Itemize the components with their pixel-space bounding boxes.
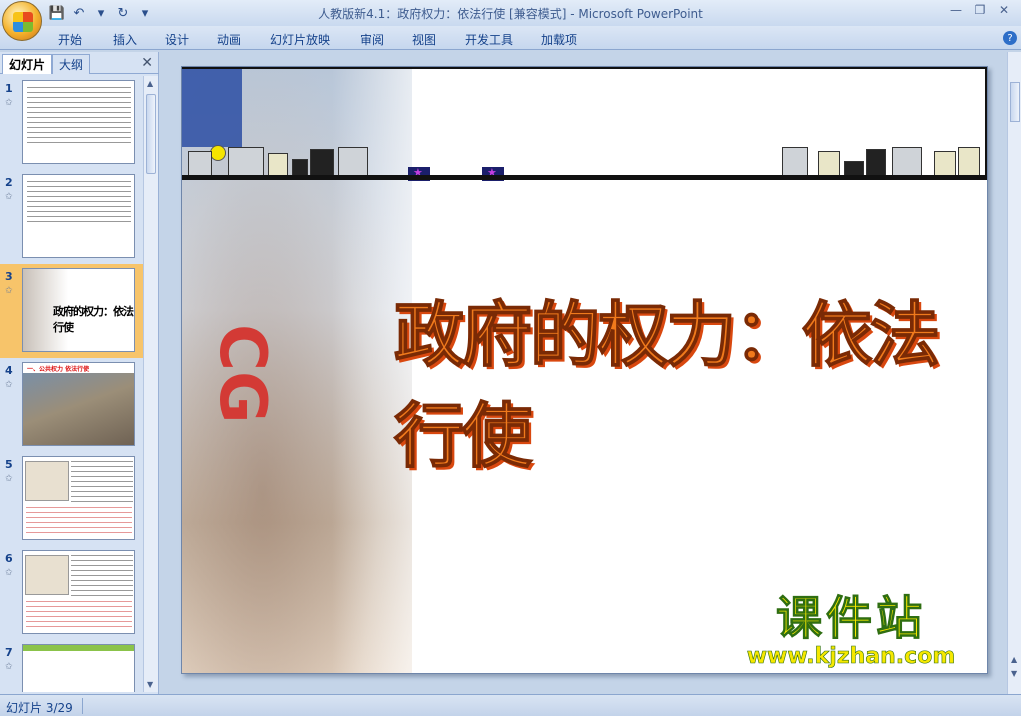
- minimize-icon[interactable]: —: [945, 2, 967, 18]
- tab-view[interactable]: 视图: [412, 31, 436, 48]
- tab-addins[interactable]: 加载项: [541, 31, 577, 48]
- thumbnail-preview: [22, 644, 135, 692]
- transition-star-icon: ✩: [5, 662, 13, 672]
- building: [866, 149, 886, 177]
- thumbnail-slide7: [23, 645, 134, 692]
- thumbnail-number: 2: [5, 176, 13, 189]
- buildings-right: [782, 145, 987, 177]
- next-slide-icon[interactable]: ▼: [1011, 669, 1017, 678]
- tab-slideshow[interactable]: 幻灯片放映: [270, 31, 330, 48]
- thumbnail-cartoon: [25, 461, 69, 501]
- status-separator: [82, 698, 83, 714]
- thumbnail-list: 1 ✩ 2 ✩ 3 ✩ 政府的权力：依法行使 4 ✩ 一、公共权力 依法行使 5…: [0, 76, 144, 692]
- status-bar: 幻灯片 3/29: [0, 694, 1021, 716]
- thumbnail-title: 一、公共权力 依法行使: [27, 366, 90, 373]
- thumbnail-preview: [22, 80, 135, 164]
- thumbnail-number: 3: [5, 270, 13, 283]
- thumbnail-text-lines: [27, 87, 131, 147]
- ribbon-tabs: 开始 插入 设计 动画 幻灯片放映 审阅 视图 开发工具 加载项 ?: [0, 26, 1021, 50]
- thumbnail-text-lines: [26, 507, 132, 537]
- thumbnail-cartoon: [25, 555, 69, 595]
- thumbnail-6[interactable]: 6 ✩: [0, 546, 144, 640]
- building: [188, 151, 212, 177]
- thumbnail-photo: [23, 373, 134, 445]
- thumbnail-text-lines: [71, 555, 133, 599]
- watermark-logo: 课件站 www.kjzhan.com: [731, 582, 971, 670]
- transition-star-icon: ✩: [5, 380, 13, 390]
- thumbnail-preview: [22, 174, 135, 258]
- thumbnail-preview: 政府的权力：依法行使: [22, 268, 135, 352]
- building: [268, 153, 288, 177]
- side-letters: CG: [205, 324, 279, 424]
- transition-star-icon: ✩: [5, 474, 13, 484]
- office-logo-icon: [13, 12, 33, 32]
- building: [818, 151, 840, 177]
- scroll-up-icon[interactable]: ▲: [147, 79, 153, 88]
- thumbnail-number: 5: [5, 458, 13, 471]
- thumbnail-2[interactable]: 2 ✩: [0, 170, 144, 264]
- slide-editor: CG 政府的权力：依法行使 课件站 www.kjzhan.com: [160, 52, 1021, 694]
- slide-title[interactable]: 政府的权力：依法行使: [393, 279, 954, 481]
- thumbnail-4[interactable]: 4 ✩ 一、公共权力 依法行使: [0, 358, 144, 452]
- thumbnail-number: 6: [5, 552, 13, 565]
- transition-star-icon: ✩: [5, 192, 13, 202]
- tab-home[interactable]: 开始: [58, 31, 82, 48]
- scroll-thumb[interactable]: [1010, 82, 1020, 122]
- tab-outline[interactable]: 大纲: [52, 54, 91, 74]
- thumbnail-3[interactable]: 3 ✩ 政府的权力：依法行使: [0, 264, 144, 358]
- building: [934, 151, 956, 177]
- watermark-text: 课件站: [776, 591, 926, 646]
- tab-developer[interactable]: 开发工具: [465, 31, 513, 48]
- window-title: 人教版新4.1：政府权力：依法行使 [兼容模式] - Microsoft Pow…: [318, 7, 703, 21]
- close-icon[interactable]: ✕: [993, 2, 1015, 18]
- transition-star-icon: ✩: [5, 98, 13, 108]
- transition-star-icon: ✩: [5, 568, 13, 578]
- thumbnail-preview: 一、公共权力 依法行使: [22, 362, 135, 446]
- thumbnail-number: 7: [5, 646, 13, 659]
- thumbnail-number: 4: [5, 364, 13, 377]
- thumbnail-number: 1: [5, 82, 13, 95]
- title-bar: 💾 ↶ ▾ ↻ ▾ 人教版新4.1：政府权力：依法行使 [兼容模式] - Mic…: [0, 0, 1021, 41]
- thumbnail-slide3: 政府的权力：依法行使: [23, 269, 134, 351]
- window-controls: — ❐ ✕: [945, 2, 1015, 18]
- building: [228, 147, 264, 177]
- thumbnail-7[interactable]: 7 ✩: [0, 640, 144, 692]
- restore-icon[interactable]: ❐: [969, 2, 991, 18]
- tab-design[interactable]: 设计: [165, 31, 189, 48]
- slide-canvas[interactable]: CG 政府的权力：依法行使 课件站 www.kjzhan.com: [181, 66, 988, 674]
- slide-indicator: 幻灯片 3/29: [6, 701, 73, 715]
- close-pane-icon[interactable]: ✕: [141, 55, 153, 71]
- tab-insert[interactable]: 插入: [113, 31, 137, 48]
- scroll-thumb[interactable]: [146, 94, 156, 174]
- thumbnail-1[interactable]: 1 ✩: [0, 76, 144, 170]
- thumbnail-preview: [22, 456, 135, 540]
- thumbnail-text-lines: [27, 181, 131, 225]
- office-button[interactable]: [2, 1, 42, 41]
- building: [338, 147, 368, 177]
- thumbnail-title: 政府的权力：依法行使: [53, 305, 134, 334]
- tab-review[interactable]: 审阅: [360, 31, 384, 48]
- scroll-down-icon[interactable]: ▼: [147, 680, 153, 689]
- thumbnail-5[interactable]: 5 ✩: [0, 452, 144, 546]
- road-line: [182, 175, 987, 180]
- thumbnails-scrollbar[interactable]: ▲ ▼: [143, 76, 158, 692]
- building: [892, 147, 922, 177]
- help-icon[interactable]: ?: [1003, 31, 1017, 45]
- buildings-left: [188, 145, 388, 177]
- building: [958, 147, 980, 177]
- watermark-url: www.kjzhan.com: [746, 644, 956, 670]
- thumbnail-text-lines: [71, 461, 133, 505]
- tab-animations[interactable]: 动画: [217, 31, 241, 48]
- building: [782, 147, 808, 177]
- building: [310, 149, 334, 177]
- pane-tabs: 幻灯片 大纲 ✕: [0, 52, 159, 74]
- thumbnail-text-lines: [26, 601, 132, 631]
- slides-pane: 幻灯片 大纲 ✕ 1 ✩ 2 ✩ 3 ✩ 政府的权力：依法行使 4 ✩ 一、公共…: [0, 52, 159, 694]
- tab-slides[interactable]: 幻灯片: [2, 54, 53, 74]
- thumbnail-preview: [22, 550, 135, 634]
- prev-slide-icon[interactable]: ▲: [1011, 655, 1017, 664]
- editor-scrollbar[interactable]: ▲ ▼: [1007, 52, 1021, 694]
- transition-star-icon: ✩: [5, 286, 13, 296]
